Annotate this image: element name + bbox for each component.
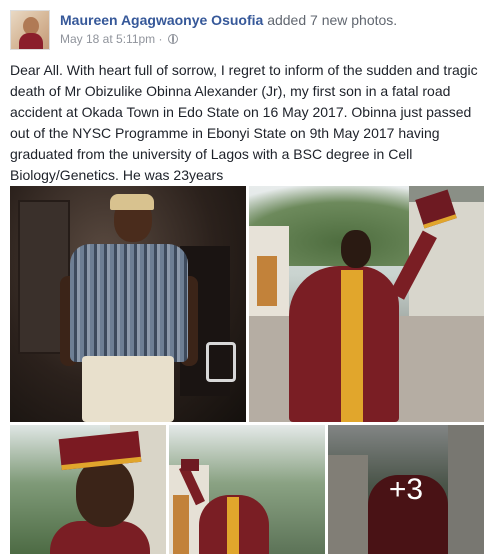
post-meta: May 18 at 5:11pm · (60, 32, 178, 46)
photo-1-shirt (70, 244, 188, 362)
photo-5-more[interactable]: +3 (328, 425, 484, 554)
feed-post: Maureen Agagwaonye Osuofia added 7 new p… (0, 0, 494, 554)
photo-2-head (341, 230, 371, 268)
photo-4[interactable] (169, 425, 325, 554)
photo-1-cap (110, 194, 154, 210)
photo-1-chair (206, 342, 236, 382)
post-timestamp-link[interactable]: May 18 at 5:11pm (60, 32, 155, 46)
post-header: Maureen Agagwaonye Osuofia added 7 new p… (10, 10, 484, 52)
photo-4-graduation-cap (181, 459, 199, 471)
photo-2-door (257, 256, 277, 306)
author-name-link[interactable]: Maureen Agagwaonye Osuofia (60, 12, 263, 28)
more-photos-count[interactable]: +3 (328, 425, 484, 554)
globe-icon[interactable] (167, 34, 178, 44)
post-action-text: added 7 new photos. (267, 12, 398, 28)
photo-4-sash (227, 497, 239, 554)
photo-1[interactable] (10, 186, 246, 422)
photo-3[interactable] (10, 425, 166, 554)
photo-1-pants (82, 356, 174, 422)
post-message: Dear All. With heart full of sorrow, I r… (10, 62, 478, 183)
photo-3-face (76, 459, 134, 527)
meta-separator: · (158, 32, 163, 46)
post-headline: Maureen Agagwaonye Osuofia added 7 new p… (60, 12, 397, 28)
photo-2-sash (341, 270, 363, 422)
photo-2[interactable] (249, 186, 484, 422)
avatar-body (19, 33, 43, 49)
author-avatar[interactable] (10, 10, 50, 50)
photo-4-door (173, 495, 189, 554)
